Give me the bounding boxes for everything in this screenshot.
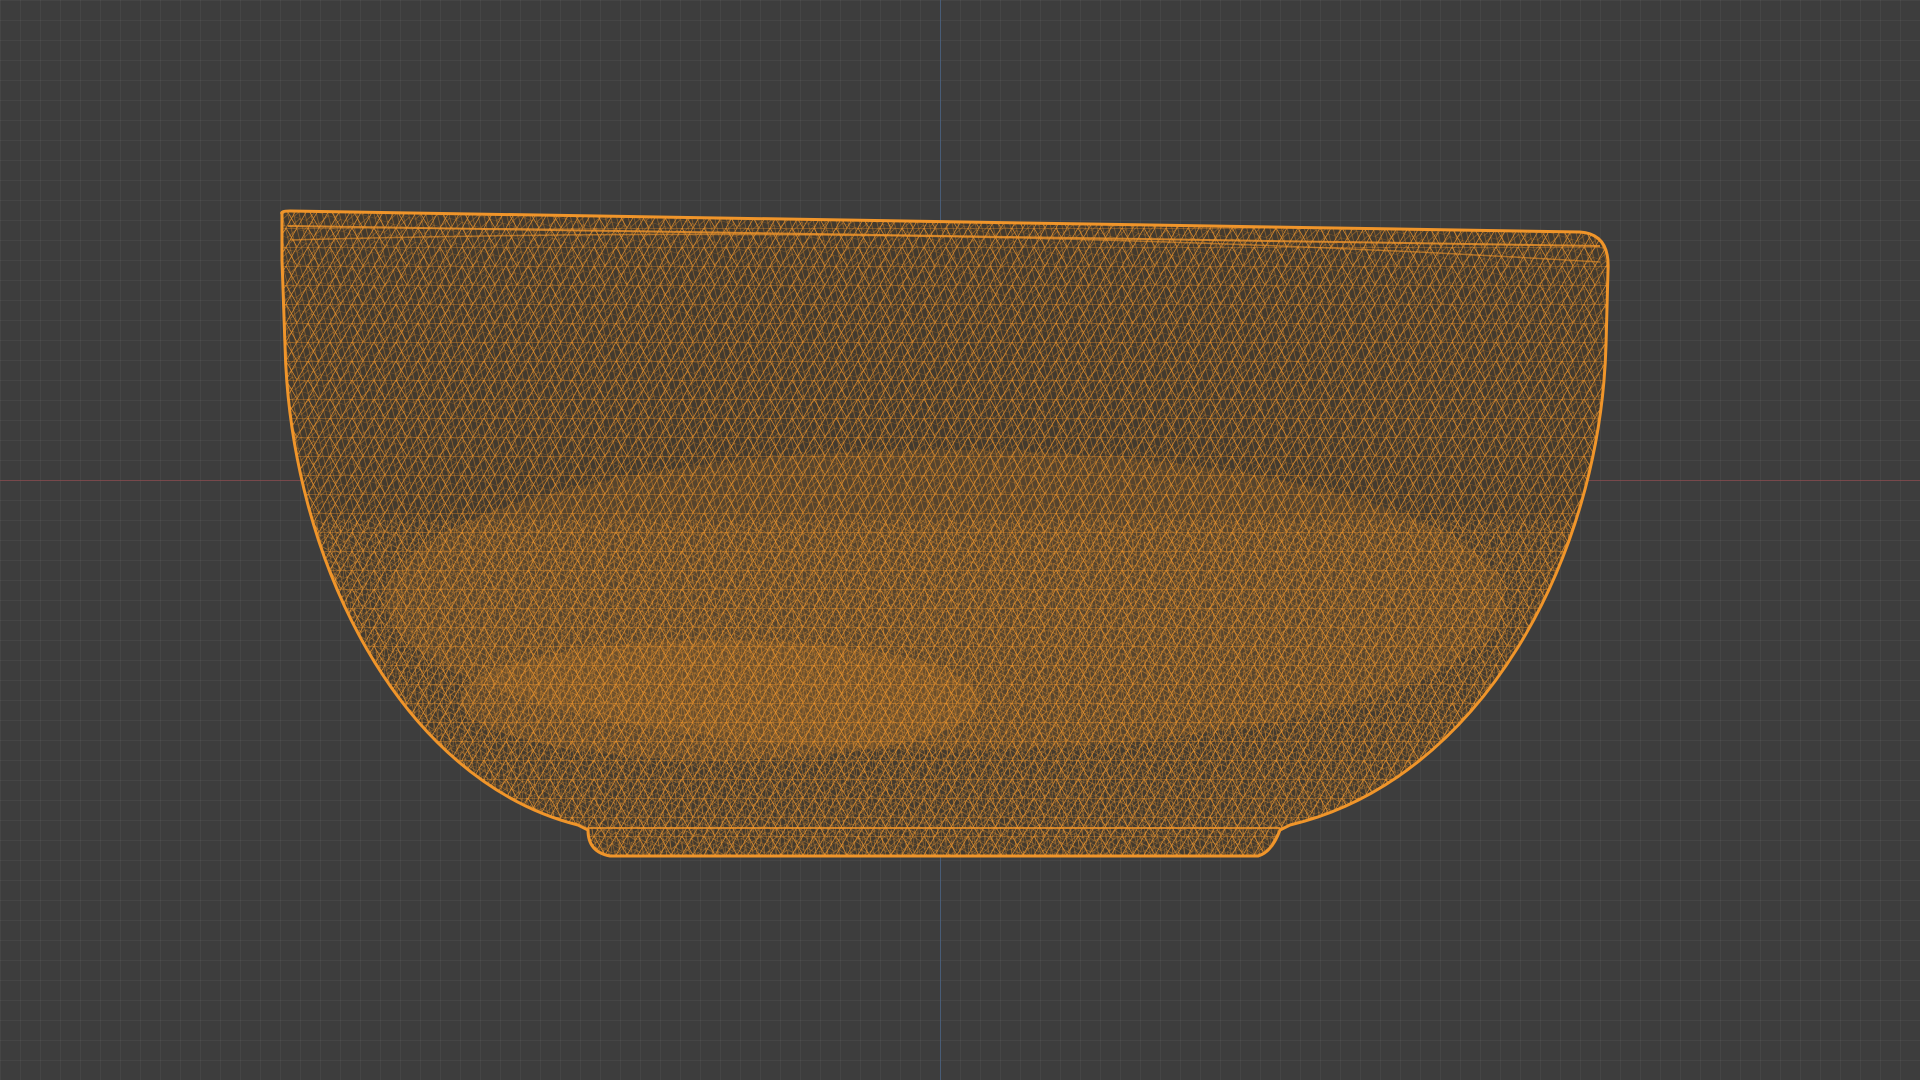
- 3d-viewport[interactable]: [0, 0, 1920, 1080]
- bowl-body: [281, 211, 1609, 856]
- bowl-wireframe-mesh[interactable]: [0, 0, 1920, 1080]
